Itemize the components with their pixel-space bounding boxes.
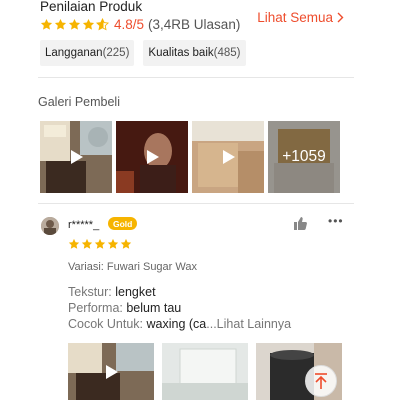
gallery-video-thumb[interactable] xyxy=(116,121,188,193)
play-icon xyxy=(223,150,235,164)
reviewer-username: r*****_ xyxy=(68,219,100,231)
attribute-key: Cocok Untuk: xyxy=(68,317,147,331)
star-icon xyxy=(68,18,81,31)
review-variation: Variasi: Fuwari Sugar Wax xyxy=(68,261,197,273)
gallery-video-thumb[interactable] xyxy=(192,121,264,193)
chip-label: Langganan xyxy=(45,47,103,59)
review-image-thumb[interactable] xyxy=(162,343,248,400)
rating-summary: 4.8/5 (3,4RB Ulasan) xyxy=(40,17,240,32)
product-rating-header: Penilaian Produk 4.8/5 (3,4RB Ulasan) Li… xyxy=(40,0,352,34)
review-item: r*****_ Gold ••• Variasi: Fuwari Sugar W… xyxy=(0,205,400,400)
chip-langganan[interactable]: Langganan (225) xyxy=(40,40,135,66)
chip-label: Kualitas baik xyxy=(148,47,214,59)
section-divider xyxy=(38,203,354,204)
gallery-more-thumb[interactable]: +1059 xyxy=(268,121,340,193)
attribute-key: Performa: xyxy=(68,301,127,315)
gallery-title: Galeri Pembeli xyxy=(38,95,120,109)
buyer-gallery: +1059 xyxy=(40,121,340,193)
review-attribute-suitable-for: Cocok Untuk: waxing (ca...Lihat Lainnya xyxy=(68,317,291,331)
review-filter-chips: Langganan (225) Kualitas baik (485) xyxy=(40,40,246,66)
star-icon xyxy=(120,238,132,250)
chevron-right-icon xyxy=(337,12,344,23)
section-divider xyxy=(38,77,354,78)
play-icon xyxy=(71,150,83,164)
attribute-key: Tekstur: xyxy=(68,285,116,299)
play-icon xyxy=(106,364,118,379)
avatar-image xyxy=(41,217,59,235)
see-all-label: Lihat Semua xyxy=(257,10,333,25)
review-attribute-performance: Performa: belum tau xyxy=(68,301,181,315)
review-image xyxy=(162,343,248,400)
arrow-up-icon xyxy=(315,373,327,389)
rating-stars xyxy=(40,18,109,31)
rating-score: 4.8/5 xyxy=(114,17,145,32)
attribute-value: lengket xyxy=(115,285,156,299)
rating-title: Penilaian Produk xyxy=(40,0,143,14)
review-attribute-texture: Tekstur: lengket xyxy=(68,285,156,299)
see-all-link[interactable]: Lihat Semua xyxy=(257,10,344,25)
thumbs-up-icon[interactable] xyxy=(293,217,307,235)
star-icon xyxy=(82,18,95,31)
scroll-to-top-button[interactable] xyxy=(305,365,337,397)
gold-badge: Gold xyxy=(108,217,138,230)
star-icon xyxy=(94,238,106,250)
more-dots-icon[interactable]: ••• xyxy=(328,214,344,228)
star-icon xyxy=(107,238,119,250)
attribute-value: waxing (ca xyxy=(146,317,207,331)
chip-count: (485) xyxy=(213,47,241,59)
review-stars xyxy=(68,238,132,250)
gallery-more-count: +1059 xyxy=(268,121,340,193)
attribute-value: belum tau xyxy=(126,301,182,315)
gallery-video-thumb[interactable] xyxy=(40,121,112,193)
star-icon xyxy=(81,238,93,250)
star-icon xyxy=(68,238,80,250)
rating-review-count: (3,4RB Ulasan) xyxy=(148,17,241,32)
review-media xyxy=(68,343,342,400)
review-video-thumb[interactable] xyxy=(68,343,154,400)
play-icon xyxy=(147,150,159,164)
star-half-icon xyxy=(96,18,109,31)
star-icon xyxy=(40,18,53,31)
chip-kualitas-baik[interactable]: Kualitas baik (485) xyxy=(143,40,246,66)
avatar[interactable] xyxy=(41,217,59,235)
see-more-link[interactable]: ...Lihat Lainnya xyxy=(206,317,291,331)
star-icon xyxy=(54,18,67,31)
chip-count: (225) xyxy=(102,47,130,59)
